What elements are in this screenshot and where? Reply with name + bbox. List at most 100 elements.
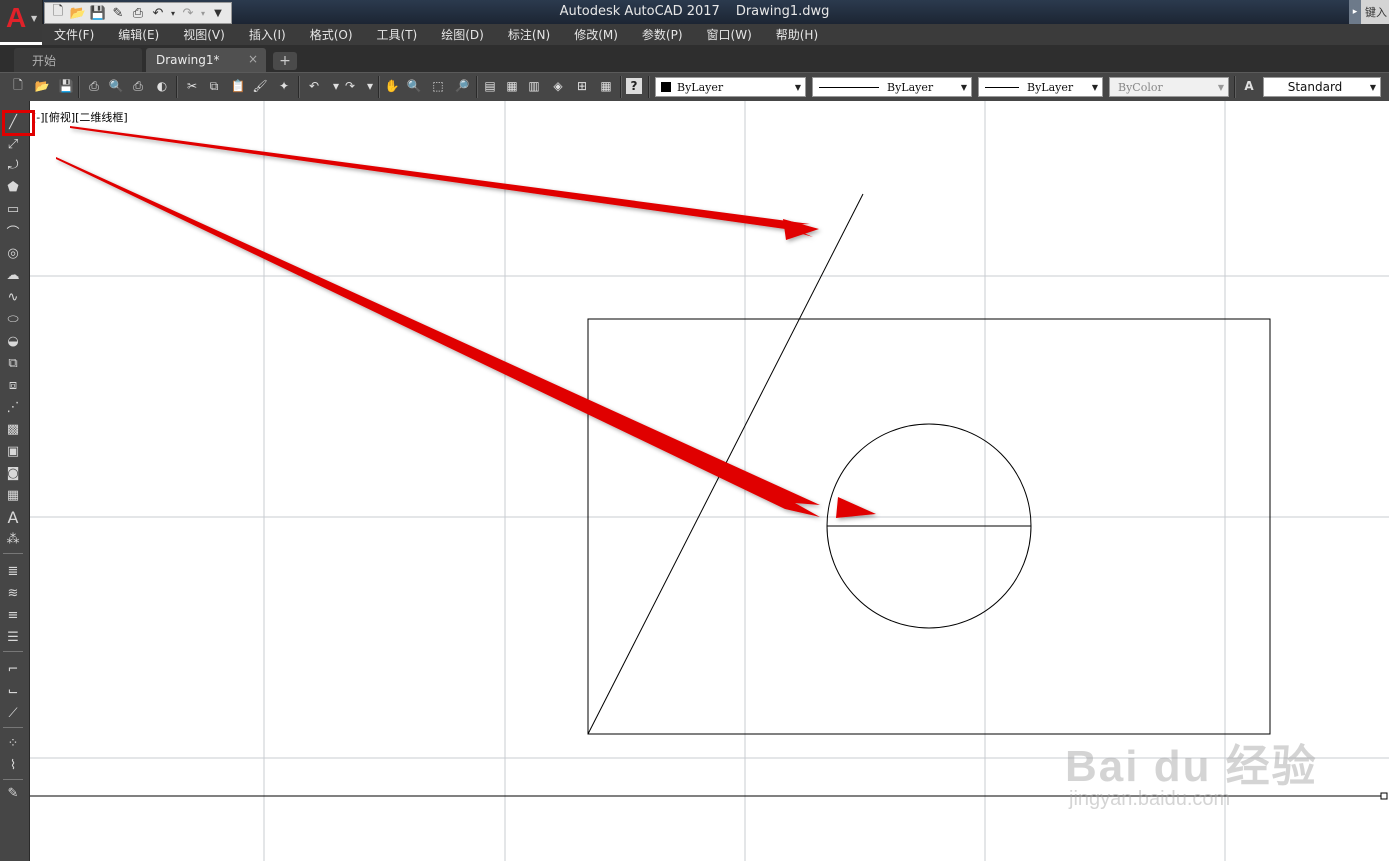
- save-icon[interactable]: 💾: [89, 5, 107, 21]
- redo-dropdown-icon[interactable]: ▾: [199, 5, 207, 21]
- menu-dimension[interactable]: 标注(N): [496, 26, 562, 43]
- layer-previous-icon[interactable]: ≡: [3, 606, 23, 624]
- menu-view[interactable]: 视图(V): [171, 26, 237, 43]
- point-icon[interactable]: ⋰: [3, 398, 23, 416]
- menu-help[interactable]: 帮助(H): [764, 26, 830, 43]
- revcloud-icon[interactable]: ☁: [3, 266, 23, 284]
- menu-format[interactable]: 格式(O): [298, 26, 365, 43]
- close-icon[interactable]: ×: [248, 52, 258, 66]
- add-selected-icon[interactable]: ⁂: [3, 530, 23, 548]
- grip-point[interactable]: [1380, 792, 1388, 800]
- undo-dropdown-icon[interactable]: ▾: [169, 5, 177, 21]
- polyline-icon[interactable]: ⤾: [3, 156, 23, 174]
- layer-states-icon[interactable]: ≋: [3, 584, 23, 602]
- publish-icon[interactable]: ⎙: [130, 78, 146, 94]
- open-icon[interactable]: 📂: [34, 78, 50, 94]
- chevron-down-icon[interactable]: ▼: [1214, 78, 1228, 96]
- ellipse-icon[interactable]: ⬭: [3, 310, 23, 328]
- zoom-previous-icon[interactable]: 🔎: [454, 78, 470, 94]
- chevron-down-icon[interactable]: ▼: [1366, 78, 1380, 96]
- cut-icon[interactable]: ✂: [184, 78, 200, 94]
- chamfer-icon[interactable]: ⌙: [3, 682, 23, 700]
- saveas-icon[interactable]: ✎: [109, 5, 127, 21]
- menu-edit[interactable]: 编辑(E): [106, 26, 171, 43]
- open-icon[interactable]: 📂: [69, 5, 87, 21]
- menu-window[interactable]: 窗口(W): [695, 26, 764, 43]
- text-style-icon[interactable]: A: [1241, 78, 1257, 94]
- quickcalc-icon[interactable]: ▦: [598, 78, 614, 94]
- paste-icon[interactable]: 📋: [230, 78, 246, 94]
- tab-start[interactable]: 开始: [14, 48, 142, 72]
- layer-match-icon[interactable]: ☰: [3, 628, 23, 646]
- insert-block-icon[interactable]: ⧉: [3, 354, 23, 372]
- fillet-icon[interactable]: ⌐: [3, 660, 23, 678]
- help-icon[interactable]: ?: [626, 78, 642, 94]
- zoom-window-icon[interactable]: ⬚: [430, 78, 446, 94]
- ellipse-arc-icon[interactable]: ◒: [3, 332, 23, 350]
- plus-icon: +: [279, 53, 291, 69]
- chevron-down-icon[interactable]: ▼: [1088, 78, 1102, 96]
- redo-icon[interactable]: ↷: [342, 78, 358, 94]
- tab-drawing1[interactable]: Drawing1* ×: [146, 48, 266, 72]
- print-icon[interactable]: ⎙: [129, 5, 147, 21]
- plot-preview-icon[interactable]: 🔍: [108, 78, 124, 94]
- pan-icon[interactable]: ✋: [384, 78, 400, 94]
- autocad-logo-icon: A: [6, 2, 27, 33]
- text-style-control[interactable]: Standard ▼: [1263, 77, 1381, 97]
- arc-icon[interactable]: ⌒: [3, 222, 23, 241]
- menu-insert[interactable]: 插入(I): [237, 26, 298, 43]
- search-box[interactable]: ▸ 键入: [1349, 0, 1389, 24]
- polygon-icon[interactable]: ⬟: [3, 178, 23, 196]
- plotstyle-control[interactable]: ByColor ▼: [1109, 77, 1229, 97]
- hatch-icon[interactable]: ▩: [3, 420, 23, 438]
- join-icon[interactable]: ⌇: [3, 756, 23, 774]
- menu-file[interactable]: 文件(F): [42, 26, 106, 43]
- undo-icon[interactable]: ↶: [149, 5, 167, 21]
- circle-icon[interactable]: ◎: [3, 244, 23, 262]
- 3d-print-icon[interactable]: ◐: [154, 78, 170, 94]
- chevron-down-icon[interactable]: ▼: [957, 78, 971, 96]
- new-icon[interactable]: 🗋: [49, 4, 67, 21]
- region-icon[interactable]: ◙: [3, 464, 23, 482]
- lineweight-control[interactable]: ByLayer ▼: [978, 77, 1103, 97]
- block-editor-icon[interactable]: ✦: [276, 78, 292, 94]
- rectangle-icon[interactable]: ▭: [3, 200, 23, 218]
- construction-line-icon[interactable]: ⤢: [3, 135, 23, 153]
- zoom-realtime-icon[interactable]: 🔍: [406, 78, 422, 94]
- spline-icon[interactable]: ∿: [3, 288, 23, 306]
- menu-parametric[interactable]: 参数(P): [630, 26, 695, 43]
- gradient-icon[interactable]: ▣: [3, 442, 23, 460]
- menu-tools[interactable]: 工具(T): [365, 26, 430, 43]
- table-icon[interactable]: ▦: [3, 486, 23, 504]
- layer-icon[interactable]: ≣: [3, 562, 23, 580]
- blend-icon[interactable]: ⟋: [3, 704, 23, 722]
- viewport-controls[interactable]: [-][俯视][二维线框]: [32, 109, 128, 125]
- copy-icon[interactable]: ⧉: [206, 78, 222, 94]
- array-icon[interactable]: ⁘: [3, 734, 23, 752]
- redo-dropdown-icon[interactable]: ▾: [362, 78, 378, 94]
- tab-drawing1-label: Drawing1*: [156, 53, 220, 67]
- linetype-control[interactable]: ByLayer ▼: [812, 77, 972, 97]
- color-control[interactable]: ByLayer ▼: [655, 77, 806, 97]
- tool-palettes-icon[interactable]: ▥: [526, 78, 542, 94]
- edit-polyline-icon[interactable]: ✎: [3, 784, 23, 802]
- new-icon[interactable]: 🗋: [10, 78, 26, 94]
- expand-arrow-icon[interactable]: ▸: [1349, 0, 1361, 24]
- make-block-icon[interactable]: ⧈: [3, 376, 23, 394]
- customize-icon[interactable]: ▼: [209, 5, 227, 21]
- design-center-icon[interactable]: ▦: [504, 78, 520, 94]
- sheet-set-icon[interactable]: ◈: [550, 78, 566, 94]
- chevron-down-icon[interactable]: ▼: [791, 78, 805, 96]
- redo-icon[interactable]: ↷: [179, 5, 197, 21]
- new-tab-button[interactable]: +: [273, 52, 297, 70]
- menu-modify[interactable]: 修改(M): [562, 26, 630, 43]
- undo-icon[interactable]: ↶: [306, 78, 322, 94]
- print-icon[interactable]: ⎙: [86, 78, 102, 94]
- mtext-icon[interactable]: A: [3, 508, 23, 527]
- match-properties-icon[interactable]: 🖌: [252, 78, 268, 94]
- properties-icon[interactable]: ▤: [482, 78, 498, 94]
- application-menu-button[interactable]: A ▼: [0, 0, 43, 42]
- menu-draw[interactable]: 绘图(D): [429, 26, 496, 43]
- save-icon[interactable]: 💾: [58, 78, 74, 94]
- markup-icon[interactable]: ⊞: [574, 78, 590, 94]
